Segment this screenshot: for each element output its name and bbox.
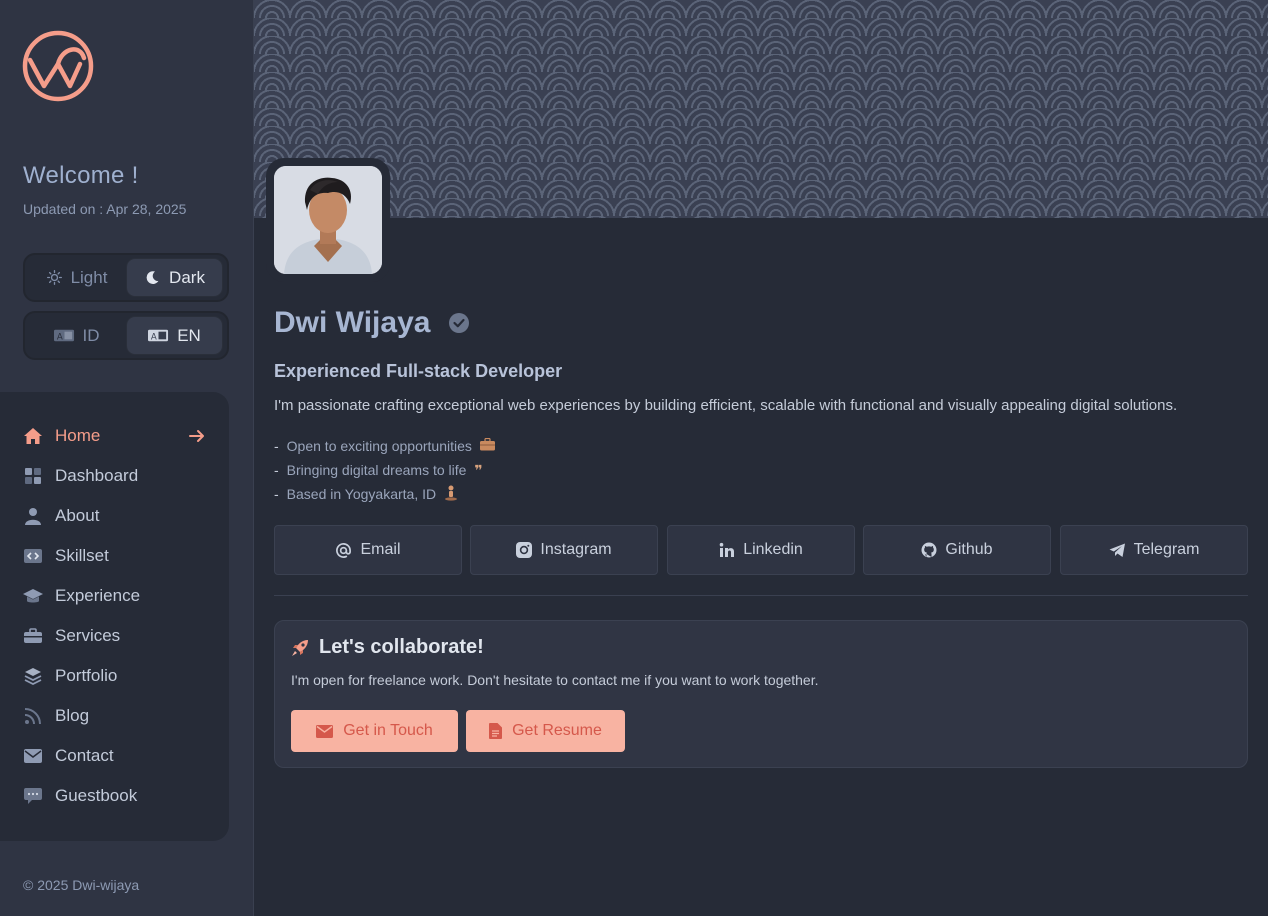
- github-icon: [921, 542, 937, 558]
- sidebar-item-dashboard[interactable]: Dashboard: [23, 461, 213, 491]
- verified-badge-icon: [449, 313, 469, 333]
- instagram-button[interactable]: Instagram: [470, 525, 658, 575]
- sidebar-item-label: About: [55, 506, 100, 525]
- dark-theme-button[interactable]: Dark: [126, 258, 223, 297]
- list-item: - Open to exciting opportunities: [274, 434, 495, 458]
- highlight-text: Based in Yogyakarta, ID: [286, 486, 437, 502]
- lang-en-label: EN: [177, 325, 201, 345]
- profile-highlights: - Open to exciting opportunities - Bring…: [274, 434, 495, 506]
- sidebar-item-label: Blog: [55, 706, 90, 725]
- sidebar-item-label: Dashboard: [55, 466, 139, 485]
- collaborate-card: Let's collaborate! I'm open for freelanc…: [274, 620, 1248, 768]
- envelope-icon: [23, 746, 43, 766]
- email-button[interactable]: Email: [274, 525, 462, 575]
- social-links: Email Instagram Linkedin Github Telegram: [274, 525, 1248, 575]
- moon-icon: [146, 271, 159, 284]
- home-icon: [23, 426, 43, 446]
- briefcase-icon: [479, 437, 495, 454]
- sidebar-item-label: Skillset: [55, 546, 109, 565]
- linkedin-icon: [719, 542, 735, 557]
- lang-id-label: ID: [82, 325, 100, 345]
- linkedin-button[interactable]: Linkedin: [667, 525, 855, 575]
- list-item: - Bringing digital dreams to life ❞: [274, 461, 483, 479]
- language-toggle: A ID A EN: [23, 311, 229, 360]
- sun-icon: [46, 270, 62, 285]
- profile-banner: [254, 0, 1268, 218]
- telegram-icon: [1109, 543, 1125, 557]
- lang-id-button[interactable]: A ID: [28, 316, 125, 355]
- avatar: [274, 166, 382, 274]
- document-icon: [489, 723, 503, 739]
- logo-icon[interactable]: [22, 30, 94, 102]
- collaborate-text: I'm open for freelance work. Don't hesit…: [291, 672, 819, 688]
- sidebar-item-home[interactable]: Home: [23, 421, 213, 451]
- sidebar-item-blog[interactable]: Blog: [23, 701, 213, 731]
- sidebar-item-label: Home: [55, 426, 101, 445]
- highlight-text: Bringing digital dreams to life: [286, 462, 467, 478]
- code-icon: [23, 546, 43, 566]
- translate-icon: A: [148, 329, 169, 342]
- get-in-touch-button[interactable]: Get in Touch: [291, 710, 458, 752]
- collaborate-title: Let's collaborate!: [319, 636, 484, 658]
- user-icon: [23, 506, 43, 526]
- github-label: Github: [945, 541, 993, 558]
- telegram-label: Telegram: [1133, 541, 1200, 558]
- lang-en-button[interactable]: A EN: [126, 316, 223, 355]
- dashboard-icon: [23, 466, 43, 486]
- get-resume-label: Get Resume: [512, 722, 602, 739]
- svg-text:A: A: [56, 332, 62, 342]
- section-divider: [274, 595, 1248, 596]
- sidebar-nav: Home Dashboard About Skillset Experience…: [0, 392, 229, 841]
- arrow-right-icon: [189, 430, 204, 442]
- layers-icon: [23, 666, 43, 686]
- get-resume-button[interactable]: Get Resume: [466, 710, 625, 752]
- rocket-icon: [292, 640, 308, 656]
- highlight-text: Open to exciting opportunities: [286, 438, 472, 454]
- person-standing-icon: [444, 485, 458, 504]
- welcome-heading: Welcome !: [23, 162, 139, 189]
- svg-text:A: A: [151, 332, 157, 342]
- theme-toggle: Light Dark: [23, 253, 229, 302]
- sidebar-item-guestbook[interactable]: Guestbook: [23, 781, 213, 811]
- envelope-icon: [316, 724, 334, 738]
- briefcase-icon: [23, 626, 43, 646]
- rss-icon: [23, 706, 43, 726]
- quote-icon: ❞: [474, 461, 483, 478]
- profile-name: Dwi Wijaya: [274, 306, 431, 339]
- sidebar-item-experience[interactable]: Experience: [23, 581, 213, 611]
- light-theme-button[interactable]: Light: [28, 258, 125, 297]
- email-label: Email: [360, 541, 401, 558]
- sidebar-item-skillset[interactable]: Skillset: [23, 541, 213, 571]
- instagram-label: Instagram: [540, 541, 612, 558]
- sidebar: Welcome ! Updated on : Apr 28, 2025 Ligh…: [0, 0, 254, 916]
- at-icon: [336, 542, 352, 558]
- sidebar-item-contact[interactable]: Contact: [23, 741, 213, 771]
- sidebar-item-portfolio[interactable]: Portfolio: [23, 661, 213, 691]
- translate-icon: A: [53, 329, 74, 342]
- sidebar-item-label: Portfolio: [55, 666, 118, 685]
- light-label: Light: [70, 267, 108, 287]
- profile-intro: I'm passionate crafting exceptional web …: [274, 397, 1178, 414]
- instagram-icon: [516, 542, 533, 558]
- copyright-text: © 2025 Dwi-wijaya: [23, 877, 140, 893]
- dark-label: Dark: [169, 267, 205, 287]
- graduation-cap-icon: [23, 586, 43, 606]
- sidebar-item-about[interactable]: About: [23, 501, 213, 531]
- sidebar-item-services[interactable]: Services: [23, 621, 213, 651]
- sidebar-item-label: Contact: [55, 746, 114, 765]
- linkedin-label: Linkedin: [743, 541, 803, 558]
- chat-icon: [23, 786, 43, 806]
- get-in-touch-label: Get in Touch: [343, 722, 433, 739]
- sidebar-item-label: Experience: [55, 586, 141, 605]
- list-item: - Based in Yogyakarta, ID: [274, 482, 495, 506]
- github-button[interactable]: Github: [863, 525, 1051, 575]
- sidebar-item-label: Services: [55, 626, 121, 645]
- telegram-button[interactable]: Telegram: [1060, 525, 1248, 575]
- updated-date: Updated on : Apr 28, 2025: [23, 201, 187, 217]
- profile-role: Experienced Full-stack Developer: [274, 361, 563, 381]
- sidebar-item-label: Guestbook: [55, 786, 138, 805]
